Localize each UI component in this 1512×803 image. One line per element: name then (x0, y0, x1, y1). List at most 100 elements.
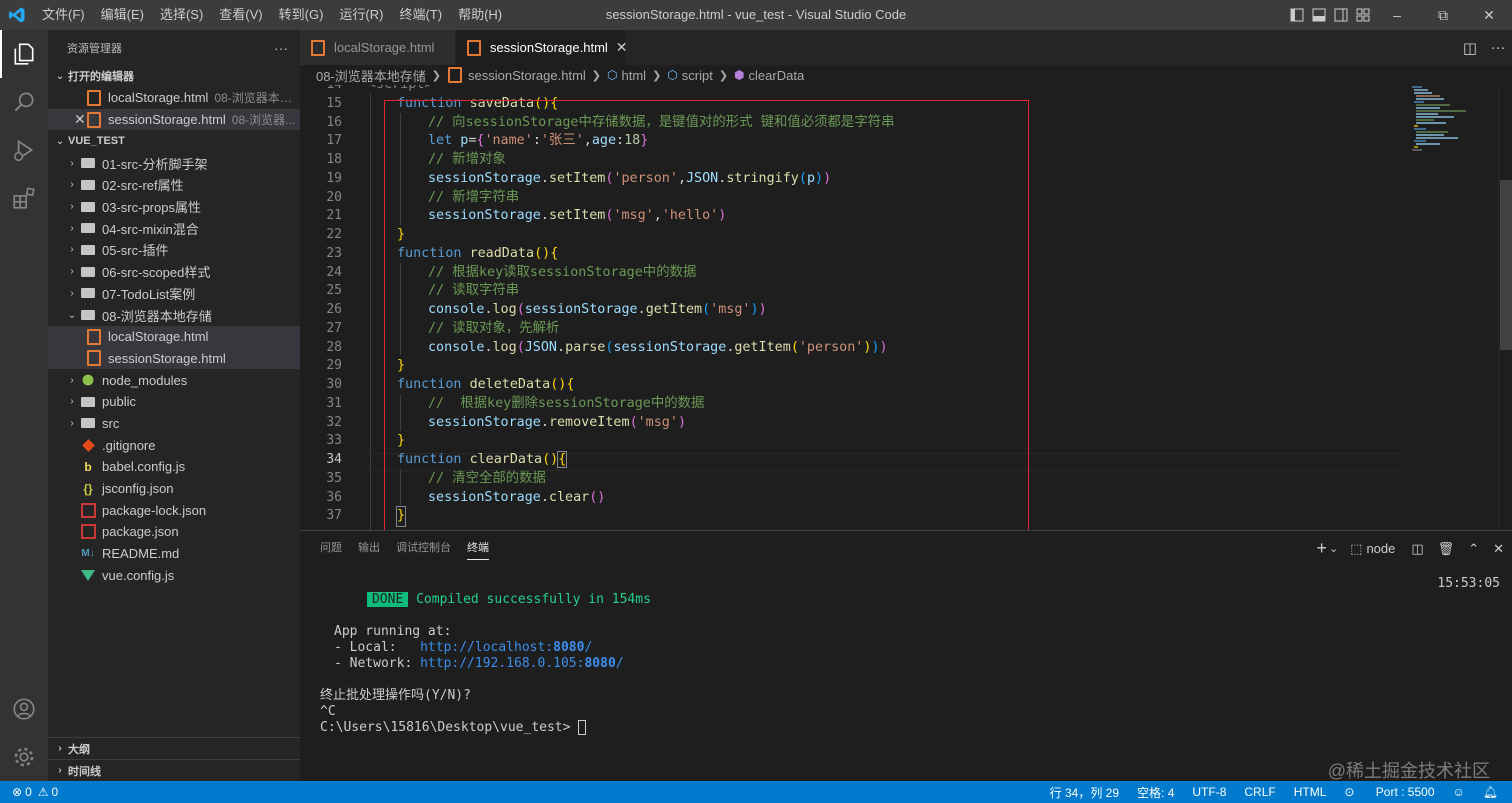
search-icon[interactable] (0, 78, 48, 126)
tree-folder[interactable]: › 07-TodoList案例 (48, 283, 300, 305)
tree-folder[interactable]: › node_modules (48, 369, 300, 391)
tab-output[interactable]: 输出 (350, 531, 388, 566)
tree-file[interactable]: M↓ README.md (48, 543, 300, 565)
tab-sessionstorage[interactable]: sessionStorage.html ✕ (456, 30, 628, 65)
problems-status[interactable]: ⊗ 0 ⚠︎ 0 (0, 785, 58, 799)
tree-folder-open[interactable]: ⌄ 08-浏览器本地存储 (48, 304, 300, 326)
tree-item-label: 06-src-scoped样式 (102, 265, 211, 281)
tree-folder[interactable]: › 02-src-ref属性 (48, 174, 300, 196)
close-tab-icon[interactable]: ✕ (616, 39, 628, 56)
network-port[interactable]: 8080 (584, 656, 615, 671)
more-actions-icon[interactable]: ··· (1484, 39, 1512, 56)
local-url-end[interactable]: / (584, 640, 592, 655)
minimize-icon[interactable]: – (1374, 0, 1420, 30)
local-url[interactable]: http://localhost: (420, 640, 553, 655)
maximize-panel-icon[interactable]: ⌃ (1468, 541, 1479, 557)
toggle-secondary-sidebar-icon[interactable] (1330, 0, 1352, 30)
terminal-output[interactable]: DONE Compiled successfully in 154ms 15:5… (320, 576, 1500, 736)
editor-scrollbar[interactable] (1498, 85, 1512, 530)
customize-layout-icon[interactable] (1352, 0, 1374, 30)
breadcrumb-html[interactable]: html (622, 68, 647, 83)
new-terminal-icon[interactable]: + (1316, 538, 1327, 559)
minimap[interactable] (1410, 85, 1498, 530)
breadcrumb-script[interactable]: script (682, 68, 713, 83)
tab-problems[interactable]: 问题 (312, 531, 350, 566)
line-ending[interactable]: CRLF (1244, 785, 1275, 799)
tree-file[interactable]: package.json (48, 521, 300, 543)
tree-file[interactable]: b babel.config.js (48, 456, 300, 478)
tree-file[interactable]: {} jsconfig.json (48, 478, 300, 500)
indentation[interactable]: 空格: 4 (1137, 784, 1174, 801)
live-server-port[interactable]: ⊙ Port : 5500 (1344, 785, 1434, 799)
chevron-down-icon[interactable]: ⌄ (1329, 542, 1338, 555)
code-line: 21 sessionStorage.setItem('msg','hello') (300, 207, 1410, 226)
tree-folder[interactable]: › src (48, 413, 300, 435)
notifications-icon[interactable]: 🔔︎ (1483, 785, 1498, 799)
open-editor-item-active[interactable]: ✕ sessionStorage.html 08-浏览器... (48, 108, 300, 131)
tree-folder[interactable]: › public (48, 391, 300, 413)
open-editor-item[interactable]: localStorage.html 08-浏览器本地... (48, 87, 300, 109)
outline-header[interactable]: › 大纲 (48, 737, 300, 759)
split-terminal-icon[interactable]: ◫ (1411, 541, 1423, 557)
gear-icon[interactable] (0, 733, 48, 781)
code-editor[interactable]: 14 <script> 15 function saveData(){ 16 // 向… (300, 85, 1410, 530)
run-debug-icon[interactable] (0, 126, 48, 174)
html-file-icon (310, 40, 326, 56)
tree-folder[interactable]: › 03-src-props属性 (48, 196, 300, 218)
tree-file[interactable]: package-lock.json (48, 499, 300, 521)
encoding[interactable]: UTF-8 (1192, 785, 1226, 799)
code-line: 32 sessionStorage.removeItem('msg') (300, 414, 1410, 433)
breadcrumb-folder[interactable]: 08-浏览器本地存储 (316, 66, 426, 85)
tree-folder[interactable]: › 01-src-分析脚手架 (48, 152, 300, 174)
breadcrumb-file[interactable]: sessionStorage.html (468, 68, 586, 83)
trash-icon[interactable]: 🗑︎ (1438, 541, 1455, 557)
error-icon: ⊗ (12, 785, 23, 799)
feedback-icon[interactable]: ☺ (1453, 785, 1465, 799)
tree-folder[interactable]: › 05-src-插件 (48, 239, 300, 261)
editor-actions: ◫ ··· (1456, 30, 1512, 65)
timeline-header[interactable]: › 时间线 (48, 759, 300, 781)
menu-help[interactable]: 帮助(H) (450, 0, 510, 30)
chevron-right-icon: › (70, 201, 74, 213)
extensions-icon[interactable] (0, 174, 48, 222)
cursor-position[interactable]: 行 34，列 29 (1050, 784, 1119, 801)
menu-go[interactable]: 转到(G) (271, 0, 332, 30)
menu-run[interactable]: 运行(R) (331, 0, 391, 30)
chevron-right-icon: › (70, 417, 74, 429)
folder-icon (80, 177, 96, 193)
network-url-end[interactable]: / (616, 656, 624, 671)
scrollbar-thumb[interactable] (1500, 180, 1512, 350)
tree-file[interactable]: .gitignore (48, 434, 300, 456)
toggle-sidebar-icon[interactable] (1286, 0, 1308, 30)
more-actions-icon[interactable]: ··· (274, 40, 288, 56)
close-editor-icon[interactable]: ✕ (74, 111, 86, 128)
menu-edit[interactable]: 编辑(E) (93, 0, 152, 30)
open-editors-header[interactable]: ⌄ 打开的编辑器 (48, 65, 300, 87)
tree-file[interactable]: localStorage.html (48, 325, 300, 348)
local-port[interactable]: 8080 (553, 640, 584, 655)
menu-file[interactable]: 文件(F) (34, 0, 93, 30)
terminal-name[interactable]: node (1366, 541, 1395, 556)
markdown-file-icon: M↓ (81, 548, 95, 560)
menu-terminal[interactable]: 终端(T) (391, 0, 450, 30)
tab-debug-console[interactable]: 调试控制台 (388, 531, 459, 566)
explorer-icon[interactable] (0, 30, 48, 78)
tree-file[interactable]: vue.config.js (48, 564, 300, 586)
project-header[interactable]: ⌄ VUE_TEST (48, 130, 300, 152)
tree-folder[interactable]: › 06-src-scoped样式 (48, 261, 300, 283)
tree-folder[interactable]: › 04-src-mixin混合 (48, 217, 300, 239)
restore-icon[interactable]: ⧉ (1420, 0, 1466, 30)
network-url[interactable]: http://192.168.0.105: (420, 656, 584, 671)
toggle-panel-icon[interactable] (1308, 0, 1330, 30)
menu-selection[interactable]: 选择(S) (152, 0, 211, 30)
close-window-icon[interactable]: ✕ (1466, 0, 1512, 30)
split-editor-icon[interactable]: ◫ (1456, 39, 1484, 57)
tab-localstorage[interactable]: localStorage.html (300, 30, 456, 65)
tree-file-active[interactable]: sessionStorage.html (48, 347, 300, 370)
accounts-icon[interactable] (0, 685, 48, 733)
menu-view[interactable]: 查看(V) (211, 0, 270, 30)
close-panel-icon[interactable]: ✕ (1493, 541, 1504, 557)
breadcrumb-function[interactable]: clearData (749, 68, 805, 83)
language-mode[interactable]: HTML (1294, 785, 1327, 799)
tab-terminal[interactable]: 终端 (459, 531, 497, 566)
